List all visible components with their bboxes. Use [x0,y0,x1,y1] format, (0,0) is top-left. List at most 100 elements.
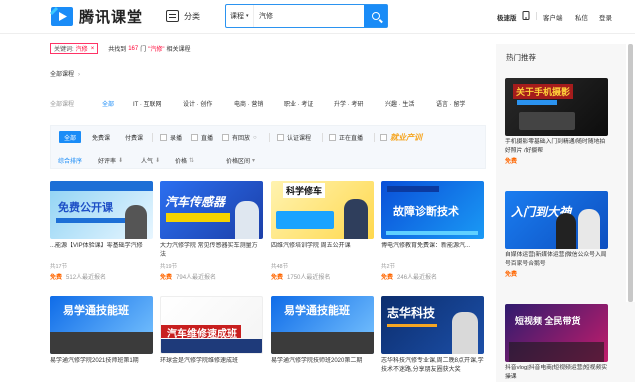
thumb-banner: 故障诊断技术 [393,206,459,218]
result-suffix: 相关课程 [166,47,191,53]
thumb-banner: 短视频 全民带货 [515,316,581,326]
filter-all[interactable]: 全部 [59,131,81,143]
course-title[interactable]: 易学通汽修学院2021技师班第1期 [50,357,153,375]
close-icon[interactable]: × [91,46,95,52]
recommend-title[interactable]: 自媒体运营|新媒体运营|微信公众号入局号百家号合鹅号 [505,251,608,268]
tab-all[interactable]: 全部 [102,99,114,108]
recommend-item[interactable]: 入门到大神 自媒体运营|新媒体运营|微信公众号入局号百家号合鹅号 免费 [505,191,608,278]
check-label: 录播 [170,136,183,142]
keyword-tag[interactable]: 关键词: 汽修 × [50,43,99,54]
filter-panel: 全部 免费课 付费课 录播 直播 有回放 ○ 认证课程 正在直播 就业产训 综合排… [50,125,486,169]
course-card[interactable]: 免费公开课 ...能源【VIP体验课】零基础学汽修 共17节 免费 512人最近报… [50,181,153,281]
tab-ecommerce[interactable]: 电商 · 营销 [234,99,263,108]
logo-text: 腾讯课堂 [79,9,144,26]
course-card[interactable]: 志华科技 志华科技汽修专业课,周二晚8点开课,学技术不迷路,分享朋友圈获大奖 [381,296,484,375]
recommend-thumbnail: 入门到大神 [505,191,608,249]
sort-popularity[interactable]: 人气 ⬇ [141,156,160,165]
category-label: 分类 [184,11,200,21]
check-label: 认证课程 [287,136,312,142]
search-scope-value: 课程 [230,13,244,20]
check-recorded[interactable]: 录播 [160,133,182,142]
nav-messages[interactable]: 私信 [575,12,588,22]
phone-icon[interactable] [522,11,530,20]
course-title[interactable]: 四维汽修培训学院 周五公开课 [271,242,374,260]
course-title[interactable]: 环球金是汽修学院维修速成班 [160,357,263,375]
logo[interactable]: 腾讯课堂 [49,6,143,27]
price-range-label: 价格区间 [226,159,251,165]
course-lessons: 共19节 [160,264,178,270]
sort-price[interactable]: 价格 ⇅ [175,156,194,165]
recommend-price: 免费 [505,272,518,278]
thumb-banner: 易学通技能班 [63,305,129,317]
checkbox-icon [222,134,229,141]
course-card[interactable]: 易学通技能班 易学通汽修学院技师班2020第二期 [271,296,374,375]
search-icon [371,12,380,20]
check-label: 有回放 [232,136,251,142]
nav-login[interactable]: 登录 [599,12,612,22]
list-icon [166,10,179,22]
divider [374,133,375,142]
tab-exam[interactable]: 升学 · 考研 [334,99,363,108]
course-card[interactable]: 汽车维修速成班 环球金是汽修学院维修速成班 [160,296,263,375]
course-title[interactable]: 志华科技汽修专业课,周二晚8点开课,学技术不迷路,分享朋友圈获大奖 [381,357,484,375]
course-thumbnail: 易学通技能班 [50,296,153,354]
check-replay[interactable]: 有回放 ○ [222,133,257,142]
tab-career[interactable]: 职业 · 考证 [284,99,313,108]
tab-it[interactable]: IT · 互联网 [133,99,162,108]
sort-rating[interactable]: 好评率 ⬇ [98,156,123,165]
course-lessons: 共48节 [271,264,289,270]
thumb-banner: 汽车维修速成班 [167,329,237,340]
price-range[interactable]: 价格区间 ▾ [226,156,255,165]
course-price-row: 免费 794人最近报名 [160,272,263,281]
keyword-value: 汽修 [75,47,88,53]
check-living-now[interactable]: 正在直播 [329,133,363,142]
scrollbar-thumb[interactable] [628,44,633,302]
recommend-title[interactable]: 抖音vlog|抖音电商|短视频运营|短视频实操课 [505,364,608,381]
check-label: 正在直播 [339,136,364,142]
course-card[interactable]: 科学修车 四维汽修培训学院 周五公开课 共48节 免费 1750人最近报名 [271,181,374,281]
search-box: 课程 ▾ 汽修 [225,4,388,28]
check-live[interactable]: 直播 [191,133,213,142]
course-title[interactable]: 博电汽修教育免费课：新能源汽... [381,242,484,260]
recommend-title[interactable]: 手机摄影零基础入门到精通/随时随地拍好照片 /好摄帮 [505,138,608,155]
course-lessons: 共2节 [381,264,396,270]
sort-label: 好评率 [98,159,117,165]
category-menu[interactable]: 分类 [166,10,200,22]
scrollbar[interactable] [626,44,635,302]
search-button[interactable] [364,5,387,27]
tab-interest[interactable]: 兴趣 · 生活 [385,99,414,108]
thumb-banner: 汽车传感器 [165,195,226,209]
checkbox-icon [380,134,387,141]
course-card[interactable]: 汽车传感器 大力汽修学院 常见传感器实车测量方法 共19节 免费 794人最近报名 [160,181,263,281]
divider [536,12,537,20]
course-card[interactable]: 易学通技能班 易学通汽修学院2021技师班第1期 [50,296,153,375]
tab-design[interactable]: 设计 · 创作 [183,99,212,108]
sort-label: 人气 [141,159,154,165]
search-input[interactable]: 汽修 [254,5,364,27]
course-card[interactable]: 故障诊断技术 博电汽修教育免费课：新能源汽... 共2节 免费 246人最近报名 [381,181,484,281]
all-courses-label: 全部课程 [50,72,75,78]
result-unit: 门 [140,47,147,53]
check-job-promo[interactable]: 就业产训 [380,132,422,143]
nav-client[interactable]: 客户端 [543,12,563,22]
search-scope-select[interactable]: 课程 ▾ [226,5,254,27]
course-enroll: 512人最近报名 [66,275,107,281]
course-price-row: 免费 512人最近报名 [50,272,153,281]
filter-paid[interactable]: 付费课 [121,131,147,143]
arrow-down-icon: ⬇ [155,158,161,164]
caret-down-icon: ▾ [252,158,256,164]
thumb-banner: 科学修车 [283,183,326,198]
filter-free[interactable]: 免费课 [88,131,114,143]
arrow-down-icon: ⬇ [118,158,124,164]
recommend-item[interactable]: 短视频 全民带货 抖音vlog|抖音电商|短视频运营|短视频实操课 [505,304,608,381]
checkbox-icon [329,134,336,141]
recommend-item[interactable]: 关于手机摄影 手机摄影零基础入门到精通/随时随地拍好照片 /好摄帮 免费 [505,78,608,165]
all-courses-link[interactable]: 全部课程 › [50,69,80,78]
course-title[interactable]: 易学通汽修学院技师班2020第二期 [271,357,374,375]
tab-language[interactable]: 语言 · 留学 [436,99,465,108]
course-title[interactable]: ...能源【VIP体验课】零基础学汽修 [50,242,153,260]
check-certified[interactable]: 认证课程 [277,133,311,142]
nav-lite-version[interactable]: 极速版 [497,12,517,22]
sort-default[interactable]: 综合排序 [58,156,82,165]
course-title[interactable]: 大力汽修学院 常见传感器实车测量方法 [160,242,263,260]
